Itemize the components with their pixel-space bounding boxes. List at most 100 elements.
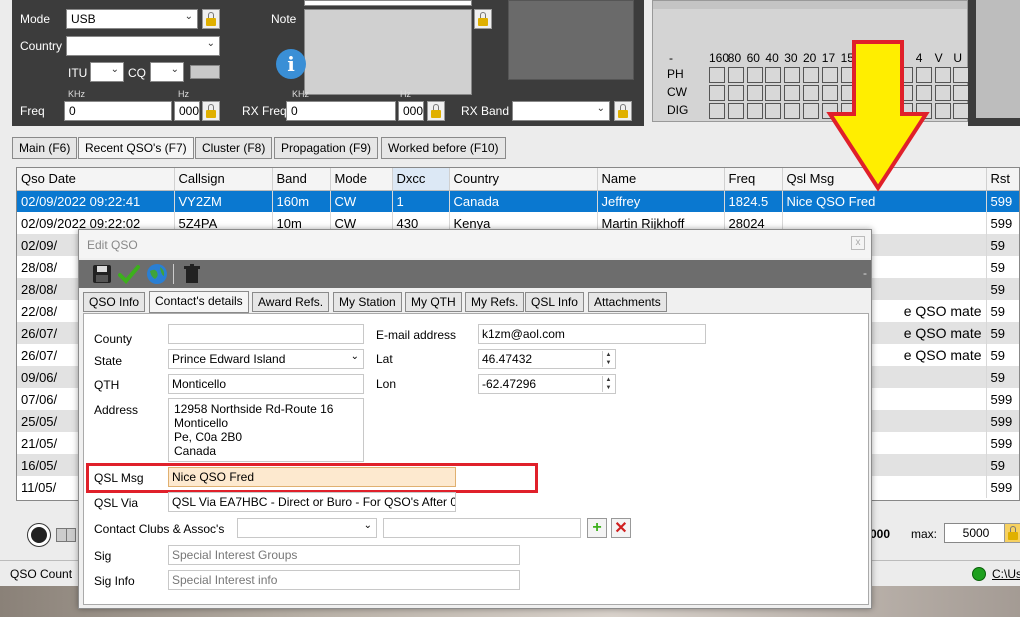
band-header: 20: [803, 51, 817, 65]
toolbar-separator: [173, 264, 174, 284]
annotation-arrow-icon: [826, 40, 930, 192]
lon-value: -62.47296: [482, 377, 537, 391]
refresh-icon[interactable]: [28, 524, 50, 546]
email-input[interactable]: k1zm@aol.com: [478, 324, 706, 344]
qth-input[interactable]: Monticello: [168, 374, 364, 394]
lat-label: Lat: [376, 352, 393, 366]
table-cell: 599: [986, 432, 1019, 454]
dialog-tab-my-refs[interactable]: My Refs.: [465, 292, 525, 312]
chevron-down-icon: ⌄: [596, 103, 605, 114]
cq-select[interactable]: ⌄: [150, 62, 184, 82]
itu-select[interactable]: ⌄: [90, 62, 124, 82]
info-icon[interactable]: i: [276, 49, 306, 79]
dialog-tab-award-refs[interactable]: Award Refs.: [252, 292, 330, 312]
tab-worked-before-f10[interactable]: Worked before (F10): [381, 137, 506, 159]
band-row-label: DIG: [667, 103, 689, 117]
tab-main-f6[interactable]: Main (F6): [12, 137, 78, 159]
add-icon[interactable]: +: [587, 518, 607, 538]
tab-propagation-f9[interactable]: Propagation (F9): [274, 137, 379, 159]
address-line: Canada: [174, 444, 217, 458]
freq-khz-input[interactable]: 0: [64, 101, 172, 121]
note-lock-icon[interactable]: [474, 9, 492, 29]
collapse-icon[interactable]: -: [863, 266, 867, 280]
freq-label: Freq: [20, 104, 45, 118]
sig-info-input[interactable]: Special Interest info: [168, 570, 520, 590]
check-icon[interactable]: [118, 263, 140, 285]
remove-icon[interactable]: ✕: [611, 518, 631, 538]
state-label: State: [94, 354, 123, 368]
table-cell: 59: [986, 256, 1019, 278]
clubs-text-input[interactable]: [383, 518, 581, 538]
lat-spinner-icon[interactable]: ▲ ▼: [602, 351, 614, 367]
address-line: 12958 Northside Rd-Route 16: [174, 402, 334, 416]
chevron-down-icon: ⌄: [184, 11, 193, 22]
save-icon[interactable]: [91, 263, 113, 285]
dialog-tab-my-qth[interactable]: My QTH: [405, 292, 462, 312]
clubs-select[interactable]: ⌄: [237, 518, 377, 538]
dialog-tab-my-station[interactable]: My Station: [333, 292, 402, 312]
qso-entry-panel: Mode USB ⌄ Country ⌄ ITU ⌄ CQ ⌄ Note i KH…: [12, 0, 644, 126]
band-cell: [727, 67, 744, 83]
dialog-tab-qso-info[interactable]: QSO Info: [83, 292, 146, 312]
rxband-lock-icon[interactable]: [614, 101, 632, 121]
column-header[interactable]: Dxcc: [392, 168, 450, 191]
note-label: Note: [271, 12, 297, 26]
qsl-via-input[interactable]: QSL Via EA7HBC - Direct or Buro - For QS…: [168, 492, 456, 512]
tab-recent-qso-s-f7[interactable]: Recent QSO's (F7): [78, 137, 194, 159]
lon-spinner-icon[interactable]: ▲ ▼: [602, 376, 614, 392]
band-cell: [953, 103, 970, 119]
column-header[interactable]: Band: [272, 168, 331, 191]
chevron-down-icon: ⌄: [170, 64, 179, 75]
band-cell: [953, 67, 970, 83]
cq-label: CQ: [128, 66, 146, 80]
band-cell: [746, 67, 763, 83]
color-swatch: [190, 65, 220, 79]
freq-hz-label: Hz: [178, 89, 189, 99]
dialog-tab-qsl-info[interactable]: QSL Info: [525, 292, 584, 312]
column-header[interactable]: Callsign: [174, 168, 273, 191]
table-cell: 599: [986, 212, 1019, 234]
band-header: 160: [709, 51, 730, 65]
max-input[interactable]: 5000: [944, 523, 1008, 543]
rxfreq-khz-label: KHz: [292, 89, 310, 99]
path-text[interactable]: C:\Us: [992, 567, 1020, 581]
trash-icon[interactable]: [181, 263, 203, 285]
band-cell: [765, 85, 782, 101]
top-field[interactable]: [304, 0, 472, 6]
note-textarea[interactable]: [304, 9, 472, 95]
dialog-tab-attachments[interactable]: Attachments: [588, 292, 667, 312]
table-cell: 599: [986, 388, 1019, 410]
column-header[interactable]: Country: [449, 168, 598, 191]
rxband-select[interactable]: ⌄: [512, 101, 610, 121]
mode-lock-icon[interactable]: [202, 9, 220, 29]
freq-lock-icon[interactable]: [202, 101, 220, 121]
rxfreq-lock-icon[interactable]: [427, 101, 445, 121]
dialog-title: Edit QSO: [79, 230, 871, 258]
band-header: V: [934, 51, 943, 65]
tab-cluster-f8[interactable]: Cluster (F8): [195, 137, 273, 159]
column-header[interactable]: Mode: [330, 168, 393, 191]
county-input[interactable]: [168, 324, 364, 344]
sig-input[interactable]: Special Interest Groups: [168, 545, 520, 565]
freq-hz-input[interactable]: 000: [174, 101, 200, 121]
lat-value: 46.47432: [482, 352, 533, 366]
table-row[interactable]: 02/09/2022 09:22:41 VY2ZM 160m CW 1 Canada Jef…: [17, 190, 1019, 212]
dialog-tab-contact-s-details[interactable]: Contact's details: [149, 291, 249, 313]
globe-icon[interactable]: [146, 263, 168, 285]
column-header[interactable]: Name: [597, 168, 725, 191]
column-header[interactable]: Qso Date: [17, 168, 175, 191]
close-icon[interactable]: x: [851, 236, 865, 250]
country-select[interactable]: ⌄: [66, 36, 220, 56]
state-select[interactable]: Prince Edward Island ⌄: [168, 349, 364, 369]
column-header[interactable]: Freq: [724, 168, 783, 191]
right-side-panel: [968, 0, 1020, 126]
lon-input[interactable]: -62.47296 ▲ ▼: [478, 374, 616, 394]
column-header[interactable]: Rst: [986, 168, 1019, 191]
grid-view-icon[interactable]: [56, 528, 76, 542]
address-textarea[interactable]: 12958 Northside Rd-Route 16 Monticello P…: [168, 398, 364, 462]
max-lock-icon[interactable]: [1004, 523, 1020, 543]
lat-input[interactable]: 46.47432 ▲ ▼: [478, 349, 616, 369]
rxfreq-hz-input[interactable]: 000: [398, 101, 424, 121]
mode-select[interactable]: USB ⌄: [66, 9, 198, 29]
rxfreq-khz-input[interactable]: 0: [286, 101, 396, 121]
